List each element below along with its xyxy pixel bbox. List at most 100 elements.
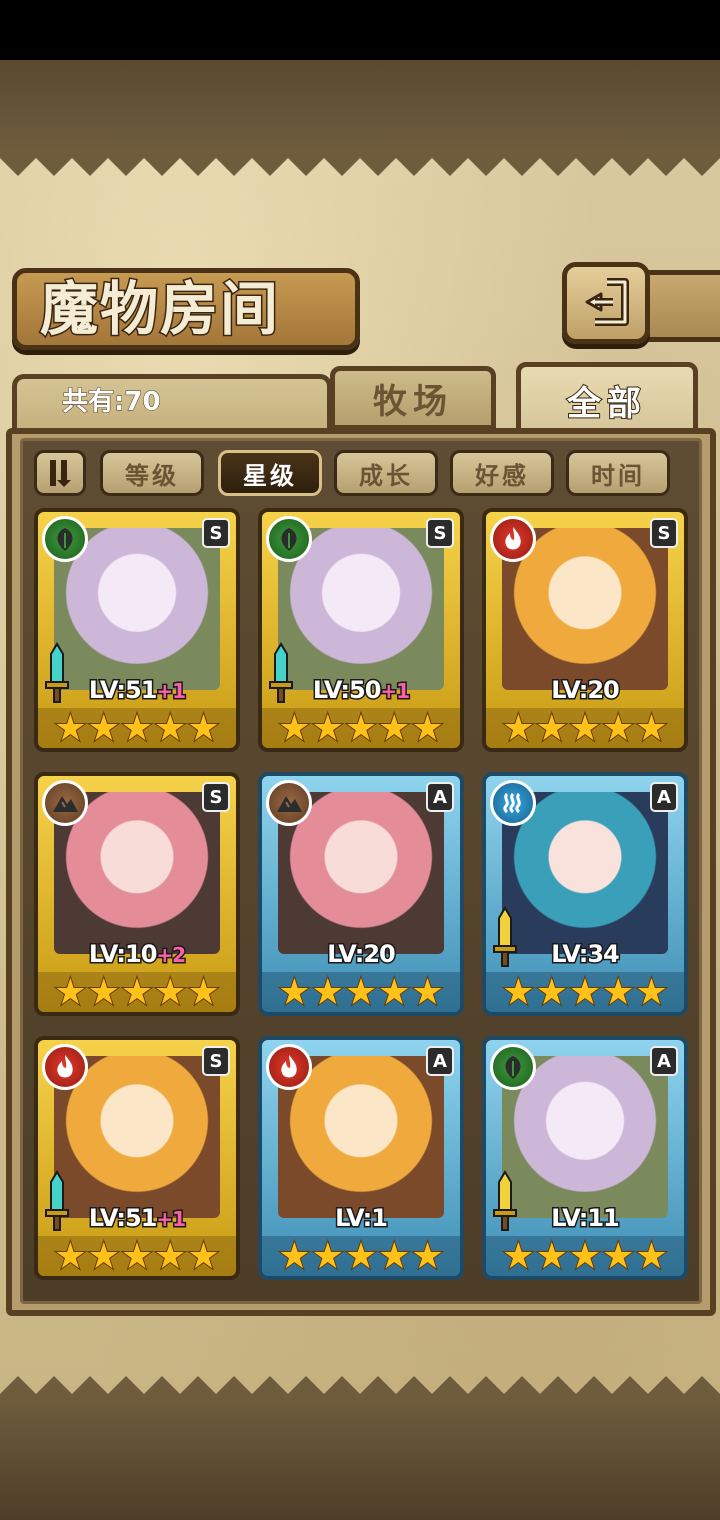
star-icon: ★ <box>53 708 87 749</box>
star-icon: ★ <box>535 708 569 749</box>
star-icon: ★ <box>568 972 602 1013</box>
earth-icon <box>42 780 88 826</box>
map-band-top <box>0 60 720 150</box>
leaf-icon <box>490 1044 536 1090</box>
monster-level: LV:10+2 <box>38 939 236 970</box>
rank-badge: A <box>650 1046 678 1076</box>
star-rating: ★ ★ ★ ★ ★ <box>38 708 236 749</box>
level-text: LV:34 <box>550 939 622 970</box>
star-icon: ★ <box>535 1236 569 1277</box>
star-icon: ★ <box>120 708 154 749</box>
rank-badge: S <box>426 518 454 548</box>
level-text: LV:51 <box>87 1203 159 1234</box>
level-text: LV:10 <box>87 939 159 970</box>
star-icon: ★ <box>311 972 345 1013</box>
sort-growth-button[interactable]: 成长 <box>334 450 438 496</box>
monster-level: LV:1 <box>262 1203 460 1234</box>
monster-card[interactable]: S LV:51+1 ★ ★ ★ ★ ★ <box>34 508 240 752</box>
star-icon: ★ <box>344 972 378 1013</box>
star-icon: ★ <box>535 972 569 1013</box>
star-rating: ★ ★ ★ ★ ★ <box>486 972 684 1013</box>
monster-level: LV:51+1 <box>38 675 236 706</box>
star-icon: ★ <box>153 1236 187 1277</box>
monster-level: LV:50+1 <box>262 675 460 706</box>
back-button[interactable] <box>562 262 650 344</box>
status-bar <box>0 0 720 60</box>
level-bonus: +2 <box>155 942 188 969</box>
monster-card[interactable]: A LV:11 ★ ★ ★ ★ ★ <box>482 1036 688 1280</box>
sort-order-toggle[interactable] <box>34 450 86 496</box>
monster-card[interactable]: S LV:20 ★ ★ ★ ★ ★ <box>482 508 688 752</box>
sort-star-button[interactable]: 星级 <box>218 450 322 496</box>
tab-all[interactable]: 全部 <box>516 362 698 438</box>
count-tab <box>12 374 332 434</box>
star-icon: ★ <box>601 708 635 749</box>
star-icon: ★ <box>568 708 602 749</box>
level-text: LV:20 <box>550 675 622 706</box>
star-icon: ★ <box>186 972 220 1013</box>
star-icon: ★ <box>377 1236 411 1277</box>
star-rating: ★ ★ ★ ★ ★ <box>486 1236 684 1277</box>
level-text: LV:20 <box>326 939 398 970</box>
monster-card[interactable]: A LV:20 ★ ★ ★ ★ ★ <box>258 772 464 1016</box>
star-icon: ★ <box>153 708 187 749</box>
star-icon: ★ <box>344 1236 378 1277</box>
star-icon: ★ <box>87 972 121 1013</box>
rank-badge: A <box>426 1046 454 1076</box>
star-icon: ★ <box>53 972 87 1013</box>
monster-card[interactable]: A LV:34 ★ ★ ★ ★ ★ <box>482 772 688 1016</box>
level-text: LV:50 <box>311 675 383 706</box>
page-title: 魔物房间 <box>38 274 281 345</box>
sort-time-button[interactable]: 时间 <box>566 450 670 496</box>
star-icon: ★ <box>410 708 444 749</box>
star-rating: ★ ★ ★ ★ ★ <box>262 1236 460 1277</box>
back-arrow-icon <box>585 278 629 326</box>
star-icon: ★ <box>277 972 311 1013</box>
star-icon: ★ <box>311 708 345 749</box>
monster-level: LV:11 <box>486 1203 684 1234</box>
star-icon: ★ <box>153 972 187 1013</box>
star-rating: ★ ★ ★ ★ ★ <box>262 972 460 1013</box>
star-icon: ★ <box>501 972 535 1013</box>
back-button-rail <box>646 270 720 342</box>
star-icon: ★ <box>53 1236 87 1277</box>
level-text: LV:11 <box>550 1203 622 1234</box>
monster-card[interactable]: S LV:10+2 ★ ★ ★ ★ ★ <box>34 772 240 1016</box>
map-band-bottom <box>0 1400 720 1520</box>
water-icon <box>490 780 536 826</box>
monster-card[interactable]: S LV:50+1 ★ ★ ★ ★ ★ <box>258 508 464 752</box>
leaf-icon <box>42 516 88 562</box>
star-icon: ★ <box>501 708 535 749</box>
star-icon: ★ <box>410 972 444 1013</box>
star-icon: ★ <box>87 708 121 749</box>
star-rating: ★ ★ ★ ★ ★ <box>38 972 236 1013</box>
level-text: LV:1 <box>334 1203 390 1234</box>
level-bonus: +1 <box>155 678 188 705</box>
monster-level: LV:34 <box>486 939 684 970</box>
star-icon: ★ <box>186 1236 220 1277</box>
sort-order-icon <box>50 460 71 487</box>
sort-affection-button[interactable]: 好感 <box>450 450 554 496</box>
monster-card[interactable]: S LV:51+1 ★ ★ ★ ★ ★ <box>34 1036 240 1280</box>
sort-level-button[interactable]: 等级 <box>100 450 204 496</box>
level-bonus: +1 <box>379 678 412 705</box>
monster-level: LV:20 <box>262 939 460 970</box>
tab-ranch[interactable]: 牧场 <box>330 366 496 430</box>
zigzag-edge-top <box>0 150 720 176</box>
rank-badge: S <box>202 782 230 812</box>
level-bonus: +1 <box>155 1206 188 1233</box>
monster-level: LV:51+1 <box>38 1203 236 1234</box>
star-icon: ★ <box>634 1236 668 1277</box>
star-rating: ★ ★ ★ ★ ★ <box>486 708 684 749</box>
star-icon: ★ <box>377 708 411 749</box>
star-icon: ★ <box>601 1236 635 1277</box>
star-icon: ★ <box>186 708 220 749</box>
star-rating: ★ ★ ★ ★ ★ <box>38 1236 236 1277</box>
star-icon: ★ <box>634 708 668 749</box>
monster-card[interactable]: A LV:1 ★ ★ ★ ★ ★ <box>258 1036 464 1280</box>
fire-icon <box>42 1044 88 1090</box>
star-icon: ★ <box>344 708 378 749</box>
star-icon: ★ <box>120 972 154 1013</box>
monster-count: 共有:70 <box>62 387 162 418</box>
level-text: LV:51 <box>87 675 159 706</box>
